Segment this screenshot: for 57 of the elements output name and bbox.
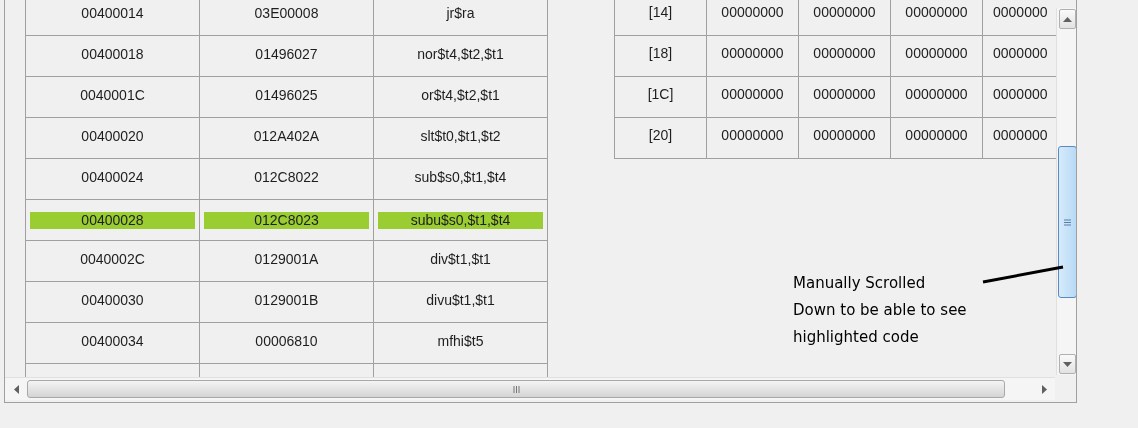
table-cell: 00000000 [891, 36, 983, 76]
grip-icon [512, 385, 520, 393]
cell-text: 00400030 [81, 291, 144, 309]
table-cell-text: 0000000 [992, 3, 1049, 22]
table-cell: [20] [615, 118, 707, 158]
scroll-up-button[interactable] [1059, 9, 1076, 29]
highlighted-cell-text: 012C8023 [204, 211, 369, 229]
cell-text: mfhi$t5 [437, 332, 484, 350]
highlighted-cell-text: subu$s0,$t1,$t4 [378, 211, 543, 229]
cell-text: 01496025 [255, 86, 318, 104]
cell-text: sub$s0,$t1,$t4 [414, 168, 507, 186]
cell-text: 00400024 [81, 168, 144, 186]
cell-text: 0040001C [80, 86, 145, 104]
table-cell: 00000000 [799, 36, 891, 76]
cell-text: nor$t4,$t2,$t1 [417, 45, 504, 63]
up-arrow-icon [1063, 16, 1072, 22]
table-cell: 00000000 [707, 77, 799, 117]
cell-text: jr$ra [446, 4, 475, 22]
table-cell: [18] [615, 36, 707, 76]
table-cell: 00000000 [707, 36, 799, 76]
cell-text: 03E00008 [254, 4, 319, 22]
table-cell: 00000000 [707, 118, 799, 158]
cell-text: 00400020 [81, 127, 144, 145]
table-cell: 00000000 [799, 118, 891, 158]
cell-text: 00400018 [81, 45, 144, 63]
table-cell: 00000000 [799, 0, 891, 35]
cell-text: 012A402A [253, 127, 320, 145]
cell-text: 00400014 [81, 4, 144, 22]
table-cell-text: 0000000 [992, 126, 1049, 145]
table-cell: [1C] [615, 77, 707, 117]
table-cell: 00000000 [707, 0, 799, 35]
cell-text: divu$t1,$t1 [426, 291, 495, 309]
table-cell: 00000000 [799, 77, 891, 117]
cell-text: or$t4,$t2,$t1 [421, 86, 500, 104]
cell-text: 00400034 [81, 332, 144, 350]
down-arrow-icon [1063, 361, 1072, 367]
right-arrow-icon [1041, 384, 1047, 394]
cell-text: 00006810 [255, 332, 318, 350]
cell-text: 0129001B [254, 291, 319, 309]
cell-text: 0040002C [80, 250, 145, 268]
table-cell: 00000000 [891, 77, 983, 117]
table-cell-text: 0000000 [992, 44, 1049, 63]
table-cell-text: 0000000 [992, 85, 1049, 104]
cell-text: 0129001A [254, 250, 319, 268]
table-cell: [14] [615, 0, 707, 35]
cell-text: 01496027 [255, 45, 318, 63]
table-cell: 00000000 [891, 0, 983, 35]
table-cell: 00000000 [891, 118, 983, 158]
grip-icon [1064, 218, 1071, 226]
cell-text: div$t1,$t1 [430, 250, 491, 268]
left-arrow-icon [13, 384, 19, 394]
annotation-text: Manually Scrolled Down to be able to see highlighted code [793, 273, 967, 348]
cell-text: slt$t0,$t1,$t2 [420, 127, 501, 145]
highlighted-cell-text: 00400028 [30, 211, 195, 229]
scroll-down-button[interactable] [1059, 354, 1076, 374]
cell-text: 012C8022 [254, 168, 319, 186]
vertical-scrollbar[interactable] [1056, 8, 1076, 375]
